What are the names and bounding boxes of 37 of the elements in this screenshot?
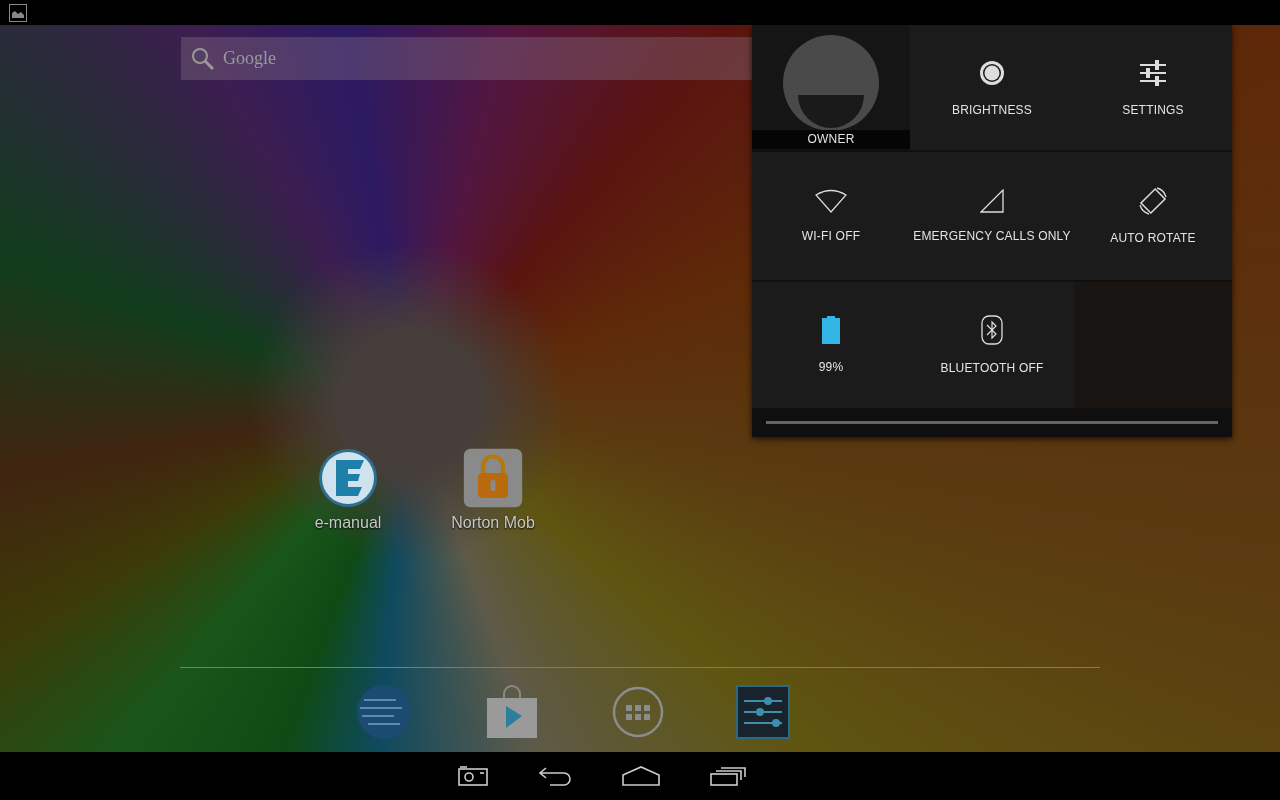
quick-setting-tile[interactable]: 99% [752,282,910,408]
rotate-icon [1139,187,1167,215]
search-icon [191,46,215,71]
sliders-icon[interactable] [736,685,790,739]
tile-label: BRIGHTNESS [952,102,1032,117]
tile-label: SETTINGS [1122,102,1184,117]
quick-setting-tile[interactable]: BRIGHTNESS [910,25,1074,150]
sliders-icon [1139,58,1167,87]
bluetooth-icon [981,315,1003,345]
tile-label: AUTO ROTATE [1110,231,1196,245]
recents-icon[interactable] [710,766,746,786]
avatar-silhouette-icon [782,34,880,132]
tile-label: 99% [818,360,844,374]
tile-label: BLUETOOTH OFF [940,361,1044,375]
globe-icon[interactable] [356,684,412,740]
app-label: Norton Mob [451,514,535,532]
brightness-icon [978,58,1006,87]
signal-icon [980,189,1004,213]
quick-setting-tile[interactable]: WI-FI OFF [752,152,910,280]
shopping-bag-icon[interactable] [484,684,540,740]
tile-label: EMERGENCY CALLS ONLY [913,229,1071,243]
quick-setting-tile[interactable]: EMERGENCY CALLS ONLY [910,152,1074,280]
home-icon[interactable] [622,766,660,786]
quick-setting-tile[interactable]: BLUETOOTH OFF [910,282,1074,408]
drag-handle-bar[interactable] [766,421,1218,424]
quick-setting-tile[interactable]: AUTO ROTATE [1074,152,1232,280]
back-icon[interactable] [538,766,572,786]
wifi-icon [815,189,847,213]
camera-icon[interactable] [458,766,488,786]
e-letter-globe-icon[interactable] [318,448,378,508]
image-notification-icon[interactable] [9,3,27,22]
tile-label: WI-FI OFF [801,229,861,243]
tile-label: OWNER [752,130,910,149]
battery-icon [821,316,841,344]
user-tile[interactable]: OWNER [752,25,910,150]
app-label: e-manual [314,514,382,532]
quick-setting-tile[interactable]: SETTINGS [1074,25,1232,150]
